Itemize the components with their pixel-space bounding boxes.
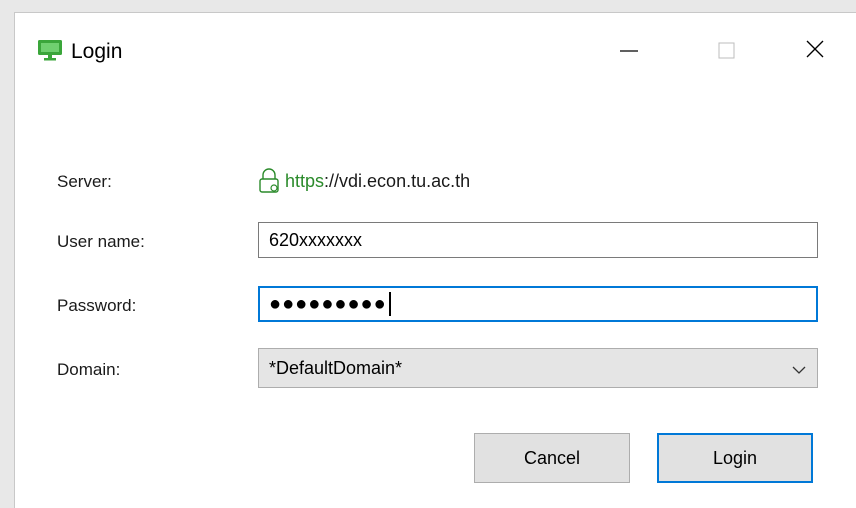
password-label: Password: (57, 296, 137, 315)
monitor-icon (37, 39, 63, 61)
server-host: ://vdi.econ.tu.ac.th (324, 170, 471, 191)
chevron-down-icon (791, 361, 807, 375)
close-button[interactable] (791, 29, 839, 69)
login-dialog: Login Server: https://vdi.econ.tu.ac.th… (14, 12, 856, 508)
domain-label: Domain: (57, 360, 121, 379)
domain-selected-value: *DefaultDomain* (269, 357, 403, 378)
username-label: User name: (57, 232, 145, 251)
minimize-icon (620, 50, 638, 52)
username-value: 620xxxxxxx (269, 229, 363, 250)
title-bar[interactable]: Login (15, 13, 856, 73)
minimize-button[interactable] (605, 29, 653, 69)
lock-icon (257, 168, 281, 194)
text-caret (388, 292, 391, 316)
password-field[interactable]: ●●●●●●●●● (258, 286, 818, 322)
window-title: Login (71, 40, 123, 63)
login-button[interactable]: Login (657, 433, 813, 483)
server-url: https://vdi.econ.tu.ac.th (257, 167, 470, 195)
domain-select[interactable]: *DefaultDomain* (258, 348, 818, 388)
server-label: Server: (57, 172, 112, 191)
maximize-button[interactable] (703, 29, 751, 69)
cancel-button[interactable]: Cancel (474, 433, 630, 483)
server-scheme: https (285, 170, 325, 191)
close-icon (806, 40, 824, 58)
username-field[interactable]: 620xxxxxxx (258, 222, 818, 258)
maximize-icon (718, 42, 735, 59)
password-value: ●●●●●●●●● (269, 293, 387, 315)
